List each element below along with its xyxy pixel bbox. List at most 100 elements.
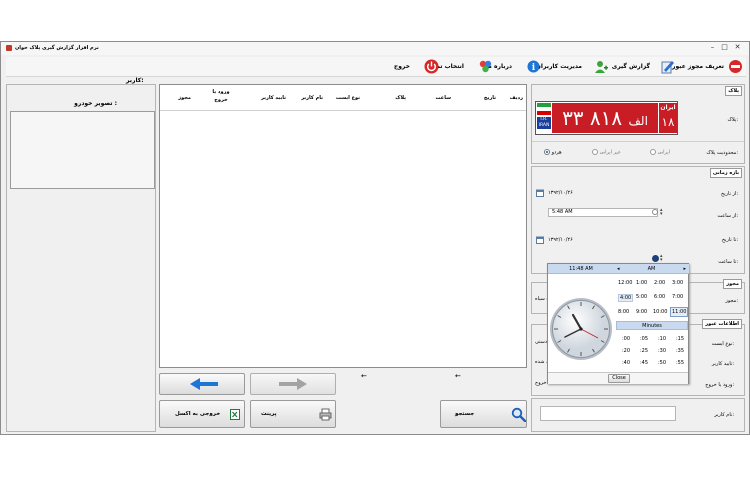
hour-cell[interactable]: 3:00	[672, 280, 683, 286]
clock-picker-popup: 11:48 AM ◂ AM ▸ 12:00 1:00 2:00 3:00 4:0…	[547, 263, 689, 384]
hours-grid: 12:00 1:00 2:00 3:00 4:00 5:00 6:00 7:00…	[616, 276, 689, 320]
menu-bar: تعریف مجوز عبور گزارش گیری مدیریت کاربرا…	[6, 57, 746, 84]
clock-close-button[interactable]: Close	[608, 374, 630, 383]
minute-cell[interactable]: :45	[640, 360, 648, 366]
hour-cell[interactable]: 7:00	[672, 294, 683, 300]
ampm-value: AM	[647, 266, 656, 272]
radio-both[interactable]: هردو	[544, 149, 562, 156]
hour-cell[interactable]: 1:00	[636, 280, 647, 286]
hour-cell[interactable]: 12:00	[618, 280, 632, 286]
to-time-spinner[interactable]: ▴ ▾	[660, 254, 663, 263]
ampm-next-icon[interactable]: ▸	[683, 264, 686, 274]
plate-scope-row: محدودیت پلاک: هردو غیر ایرانی ایرانی	[532, 141, 744, 163]
minimize-button[interactable]: –	[707, 43, 718, 52]
column-header[interactable]: نوع ایست	[336, 95, 360, 101]
permit-panel-header: مجوز	[723, 279, 742, 289]
from-time-spinner[interactable]: ▴ ▾	[660, 208, 663, 217]
small-arrow-left: ←	[361, 372, 367, 380]
stop-type-label: نوع ایست:	[711, 341, 734, 347]
car-image-panel: تصویر خودرو :	[6, 84, 156, 432]
minute-cell[interactable]: :25	[640, 348, 648, 354]
minute-cell[interactable]: :20	[622, 348, 630, 354]
prev-page-button[interactable]	[159, 373, 245, 395]
minute-cell[interactable]: :10	[658, 336, 666, 342]
ampm-prev-icon[interactable]: ◂	[617, 264, 620, 274]
in-out-clipped[interactable]: خروج	[535, 380, 547, 386]
menu-report[interactable]: گزارش گیری	[612, 63, 650, 70]
plate-field-label: پلاک:	[727, 117, 738, 123]
minute-cell[interactable]: :15	[676, 336, 684, 342]
minute-cell[interactable]: :05	[640, 336, 648, 342]
in-out-label: ورود یا خروج:	[705, 382, 734, 388]
window-title: نرم افزار گزارش گیری پلاک خوان	[15, 45, 99, 51]
time-range-header: بازه زمانی	[709, 168, 742, 178]
minute-cell[interactable]: :50	[658, 360, 666, 366]
search-button[interactable]: جستجو	[440, 400, 527, 428]
clock-time-display: 11:48 AM	[548, 264, 614, 274]
hour-cell[interactable]: 2:00	[654, 280, 665, 286]
from-date-value[interactable]: ۱۳۹۲/۱۰/۲۶	[548, 190, 573, 196]
radio-empty-icon	[650, 149, 656, 155]
plate-main-number: ۳۳ الف ۸۱۸	[552, 103, 658, 133]
calendar-icon[interactable]	[536, 236, 544, 244]
hour-cell-selected[interactable]: 11:00	[670, 307, 689, 317]
column-header[interactable]: تایید کاربر	[261, 95, 286, 101]
ampm-selector[interactable]: ◂ AM ▸	[614, 264, 689, 274]
user-label: کاربر:	[126, 77, 144, 84]
column-header[interactable]: پلاک	[395, 95, 406, 101]
svg-text:i: i	[532, 63, 536, 73]
minute-cell[interactable]: :40	[622, 360, 630, 366]
minute-cell[interactable]: :00	[622, 336, 630, 342]
results-table: ردیف تاریخ ساعت پلاک نوع ایست نام کاربر …	[159, 84, 527, 368]
license-plate: I.R. IRAN ۳۳ الف ۸۱۸ ایران ۱۸	[535, 101, 678, 135]
small-arrow-left-2: ←	[455, 372, 461, 380]
plate-panel-header: پلاک	[725, 86, 742, 96]
radio-foreign[interactable]: غیر ایرانی	[592, 149, 621, 156]
printer-icon	[319, 408, 332, 421]
menu-user-management[interactable]: مدیریت کاربران	[536, 63, 582, 70]
column-header[interactable]: نام کاربر	[301, 95, 323, 101]
minute-cell[interactable]: :55	[676, 360, 684, 366]
title-bar: نرم افزار گزارش گیری پلاک خوان – □ ✕	[1, 42, 749, 55]
radio-selected-icon	[544, 149, 550, 155]
column-header[interactable]: ساعت	[435, 95, 451, 101]
column-header[interactable]: ردیف	[510, 95, 523, 101]
arrow-right-icon	[279, 378, 307, 390]
minute-cell[interactable]: :30	[658, 348, 666, 354]
clock-icon[interactable]	[652, 209, 658, 215]
export-excel-button[interactable]: خروجی به اکسل	[159, 400, 245, 428]
hour-cell[interactable]: 4:00	[618, 294, 634, 302]
table-header: ردیف تاریخ ساعت پلاک نوع ایست نام کاربر …	[160, 85, 526, 111]
column-header[interactable]: تاریخ	[484, 95, 496, 101]
menu-permit-definition[interactable]: تعریف مجوز عبور	[672, 63, 724, 70]
minute-cell[interactable]: :35	[676, 348, 684, 354]
hour-cell[interactable]: 5:00	[636, 294, 647, 300]
users-icon	[594, 59, 609, 74]
column-header[interactable]: مجوز	[178, 95, 191, 101]
minutes-header: Minutes	[616, 321, 688, 330]
hour-cell[interactable]: 10:00	[653, 309, 667, 315]
time-range-panel: بازه زمانی از تاریخ: ۱۳۹۲/۱۰/۲۶ از ساعت:…	[531, 166, 745, 274]
main-window: نرم افزار گزارش گیری پلاک خوان – □ ✕ تعر…	[0, 41, 750, 435]
to-date-value[interactable]: ۱۳۹۲/۱۰/۲۶	[548, 237, 573, 243]
close-window-button[interactable]: ✕	[732, 43, 743, 52]
column-header[interactable]: ورود یا خروج	[206, 88, 236, 104]
hour-cell[interactable]: 6:00	[654, 294, 665, 300]
from-time-input[interactable]: 5:48 AM	[548, 208, 658, 217]
radio-empty-icon	[592, 149, 598, 155]
username-input[interactable]	[540, 406, 676, 421]
hour-cell[interactable]: 9:00	[636, 309, 647, 315]
next-page-button[interactable]	[250, 373, 336, 395]
print-button[interactable]: پرینت	[250, 400, 336, 428]
no-entry-icon	[728, 59, 743, 74]
hour-cell[interactable]: 8:00	[618, 309, 629, 315]
analog-clock	[548, 276, 614, 382]
radio-iranian[interactable]: ایرانی	[650, 149, 670, 156]
plate-iso2: IRAN	[537, 123, 551, 129]
menu-exit[interactable]: خروج	[394, 63, 410, 70]
calendar-icon[interactable]	[536, 189, 544, 197]
menu-theme[interactable]: انتخاب تم	[436, 63, 464, 70]
print-label: پرینت	[261, 411, 277, 417]
clock-toggle-icon[interactable]	[652, 255, 659, 262]
maximize-button[interactable]: □	[719, 43, 730, 52]
